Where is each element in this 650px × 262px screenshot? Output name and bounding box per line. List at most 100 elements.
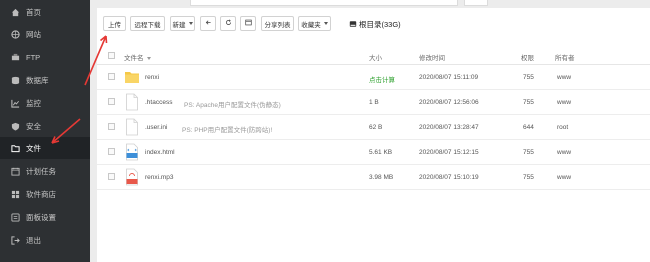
sidebar-item-ftp[interactable]: FTP [0,46,90,68]
file-name[interactable]: renxi [145,74,159,81]
table-row[interactable]: .user.ini PS: PHP用户配置文件(防跨站)! 62 B 2020/… [97,115,650,140]
sidebar-item-label: 计划任务 [26,166,56,176]
root-dir-label: 根目录(33G) [359,19,401,29]
shield-icon [11,122,20,131]
file-size: 5.61 KB [369,149,393,156]
sidebar-item-settings[interactable]: 面板设置 [0,206,90,228]
file-name[interactable]: .user.ini [145,124,167,131]
terminal-button[interactable] [240,16,256,31]
sidebar-item-label: 软件商店 [26,189,56,199]
sidebar-item-logout[interactable]: 退出 [0,229,90,251]
settings-icon [11,212,20,222]
sidebar-item-files[interactable]: 文件 [0,137,90,159]
sidebar-item-label: 网站 [26,29,41,39]
select-all-checkbox[interactable] [108,52,115,59]
file-name[interactable]: renxi.mp3 [145,174,174,181]
permission[interactable]: 755 [523,174,534,181]
sidebar-item-cron[interactable]: 计划任务 [0,160,90,182]
home-icon [11,8,20,17]
modified-time: 2020/08/07 12:56:06 [419,99,479,106]
database-icon [11,76,20,85]
refresh-button[interactable] [220,16,236,31]
audio-file-icon [124,168,140,186]
folder-icon [11,144,20,153]
path-input[interactable] [190,0,458,6]
favorites-dropdown-button[interactable]: 收藏夹 [298,16,331,31]
sidebar-item-label: 数据库 [26,75,49,85]
header-name-label: 文件名 [124,55,144,62]
sidebar-item-home[interactable]: 首页 [0,1,90,23]
header-owner[interactable]: 所有者 [555,52,575,62]
sidebar-item-database[interactable]: 数据库 [0,69,90,91]
table-row[interactable]: .htaccess PS: Apache用户配置文件(伪静态) 1 B 2020… [97,90,650,115]
sidebar-item-store[interactable]: 软件商店 [0,183,90,205]
sidebar-item-monitor[interactable]: 监控 [0,92,90,114]
row-checkbox[interactable] [108,148,115,155]
sidebar-item-label: 首页 [26,7,41,17]
back-button[interactable] [200,16,216,31]
header-name[interactable]: 文件名 [124,52,152,62]
sidebar-item-label: 文件 [26,143,41,153]
file-icon [124,118,140,136]
share-list-button[interactable]: 分享列表 [261,16,294,31]
header-size[interactable]: 大小 [369,52,382,62]
row-checkbox[interactable] [108,173,115,180]
table-row[interactable]: index.html 5.61 KB 2020/08/07 15:12:15 7… [97,140,650,165]
monitor-icon [11,99,20,108]
chevron-down-icon [188,22,193,25]
owner: root [557,124,569,131]
chevron-down-icon [323,22,328,25]
sidebar-item-label: 安全 [26,121,41,131]
upload-button[interactable]: 上传 [103,16,126,31]
sidebar-item-website[interactable]: 网站 [0,23,90,45]
owner: www [557,149,572,156]
globe-icon [11,29,20,39]
table-header: 文件名 大小 修改时间 权限 所有者 [97,47,650,65]
ftp-icon [11,53,20,62]
folder-icon [124,68,140,86]
owner: www [557,174,572,181]
sort-icon [147,56,152,60]
sidebar-item-label: 退出 [26,235,41,245]
share-list-label: 分享列表 [264,21,291,29]
upload-label: 上传 [108,21,121,29]
permission[interactable]: 755 [523,149,534,156]
header-modified[interactable]: 修改时间 [419,52,445,62]
header-permission[interactable]: 权限 [521,52,534,62]
file-name[interactable]: index.html [145,149,175,156]
refresh-icon [225,19,232,28]
path-go-button[interactable] [464,0,488,6]
permission[interactable]: 644 [523,124,534,131]
grid-icon [11,190,20,199]
root-dir-indicator[interactable]: 根目录(33G) [349,18,401,30]
file-size: 3.98 MB [369,174,394,181]
table-row[interactable]: renxi.mp3 3.98 MB 2020/08/07 15:10:19 75… [97,165,650,190]
row-checkbox[interactable] [108,123,115,130]
row-checkbox[interactable] [108,73,115,80]
file-size: 1 B [369,99,379,106]
sidebar-item-label: FTP [26,52,41,62]
calc-size-link[interactable]: 点击计算 [369,74,395,84]
owner: www [557,99,572,106]
remote-download-button[interactable]: 远程下载 [130,16,165,31]
modified-time: 2020/08/07 13:28:47 [419,124,479,131]
modified-time: 2020/08/07 15:12:15 [419,149,479,156]
file-size: 62 B [369,124,383,131]
disk-icon [349,21,357,27]
logout-icon [11,235,20,245]
sidebar-item-label: 监控 [26,98,41,108]
remote-download-label: 远程下载 [134,21,161,29]
favorites-label: 收藏夹 [301,21,321,29]
new-dropdown-button[interactable]: 新建 [170,16,195,31]
arrow-left-icon [205,19,212,28]
file-remark: PS: Apache用户配置文件(伪静态) [184,102,281,109]
sidebar-item-label: 面板设置 [26,212,56,222]
file-name[interactable]: .htaccess [145,99,172,106]
permission[interactable]: 755 [523,99,534,106]
table-row[interactable]: renxi 点击计算 2020/08/07 15:11:09 755 www [97,65,650,90]
sidebar-item-security[interactable]: 安全 [0,115,90,137]
permission[interactable]: 755 [523,74,534,81]
row-checkbox[interactable] [108,98,115,105]
file-remark: PS: PHP用户配置文件(防跨站)! [182,127,273,134]
clock-icon [11,167,20,176]
